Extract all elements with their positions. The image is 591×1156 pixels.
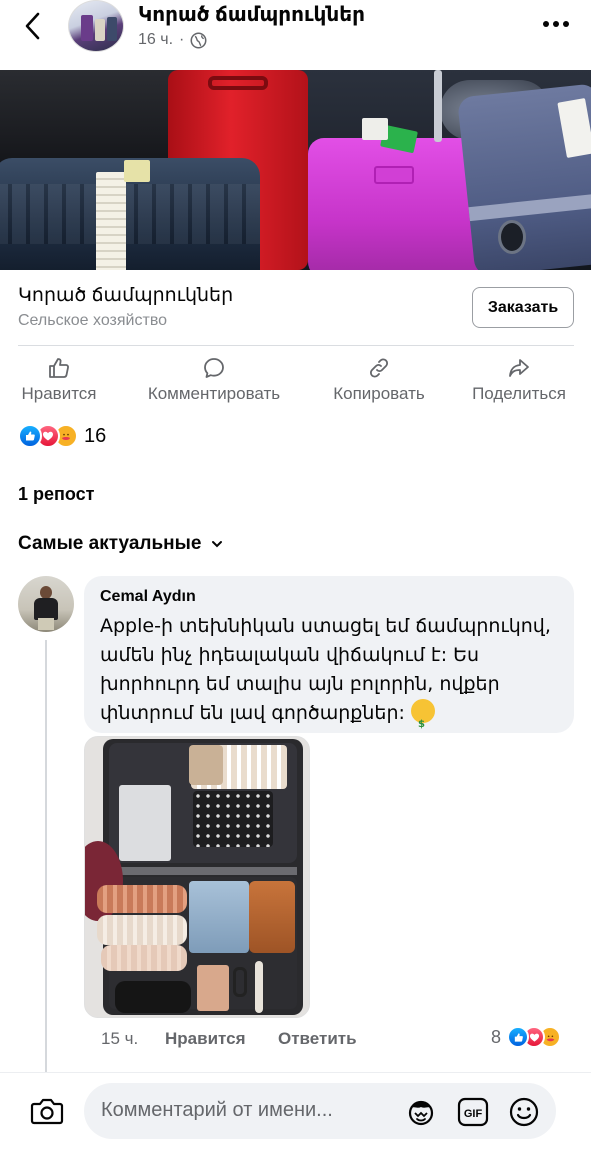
comment-reactions[interactable]: 8 — [491, 1026, 562, 1048]
comment-label: Комментировать — [147, 384, 281, 403]
copy-label: Копировать — [333, 384, 425, 403]
page-avatar[interactable] — [68, 0, 124, 52]
post-header: Կորած ճամպրուկներ 16 ч. · — [0, 0, 591, 70]
gif-icon: GIF — [457, 1097, 489, 1127]
comment-attached-photo[interactable] — [84, 736, 310, 1018]
chevron-down-icon — [212, 541, 223, 548]
page-bar-name[interactable]: Կորած ճամպրուկներ — [18, 284, 233, 307]
reactions-count: 16 — [84, 424, 107, 447]
reposts-count[interactable]: 1 репост — [18, 484, 94, 505]
thumbs-up-icon — [49, 358, 69, 378]
comment-input-placeholder: Комментарий от имени... — [101, 1099, 333, 1121]
order-button[interactable]: Заказать — [472, 287, 574, 328]
like-button[interactable]: Нравится — [12, 356, 106, 404]
comment-like-button[interactable]: Нравится — [165, 1029, 246, 1049]
comment-text: Apple-ի տեխնիկան ստացել եմ ճամպրուկով, ա… — [100, 615, 551, 724]
comment-button[interactable]: Комментировать — [132, 356, 296, 404]
comment-author[interactable]: Cemal Aydın — [100, 588, 558, 606]
share-button[interactable]: Поделиться — [462, 356, 576, 404]
globe-icon — [190, 32, 207, 48]
share-arrow-icon — [509, 359, 529, 377]
page-name[interactable]: Կորած ճամպրուկներ — [138, 2, 365, 27]
post-meta: 16 ч. · — [138, 31, 207, 49]
avatar-sticker-icon — [408, 1100, 434, 1126]
meta-dot: · — [179, 31, 185, 48]
like-reaction-icon — [18, 424, 42, 448]
comment-bubble-icon — [204, 358, 224, 378]
copy-button[interactable]: Копировать — [322, 356, 436, 404]
gif-button[interactable]: GIF — [456, 1095, 490, 1129]
camera-icon — [30, 1098, 64, 1125]
post-time: 16 ч. — [138, 31, 174, 48]
more-options-button[interactable] — [539, 14, 573, 34]
divider — [18, 345, 574, 346]
like-label: Нравится — [21, 384, 97, 403]
comment-text-wrap: Apple-ի տեխնիկան ստացել եմ ճամպրուկով, ա… — [100, 612, 558, 739]
page-bar-category: Сельское хозяйство — [18, 312, 168, 329]
comment-reaction-count: 8 — [491, 1026, 502, 1047]
sort-label: Самые актуальные — [18, 533, 202, 554]
svg-text:GIF: GIF — [464, 1108, 483, 1120]
comment-time: 15 ч. — [101, 1029, 139, 1048]
share-label: Поделиться — [472, 384, 566, 403]
smiley-icon — [509, 1097, 539, 1127]
link-icon — [369, 358, 389, 378]
reactions-summary[interactable]: 16 — [18, 424, 106, 448]
camera-button[interactable] — [30, 1096, 64, 1126]
back-button[interactable] — [20, 12, 46, 40]
comment-reply-button[interactable]: Ответить — [278, 1029, 357, 1049]
money-mouth-emoji-icon — [410, 699, 435, 739]
thread-line — [45, 640, 47, 1076]
avatar-sticker-button[interactable] — [404, 1095, 438, 1129]
chevron-left-icon — [25, 12, 40, 40]
like-reaction-icon — [507, 1026, 530, 1048]
comment-bubble[interactable]: Cemal Aydın Apple-ի տեխնիկան ստացել եմ ճ… — [84, 576, 574, 739]
comment-sort-dropdown[interactable]: Самые актуальные — [18, 533, 223, 555]
emoji-button[interactable] — [507, 1095, 541, 1129]
post-cover-image[interactable] — [0, 70, 591, 270]
commenter-avatar[interactable] — [18, 576, 74, 632]
